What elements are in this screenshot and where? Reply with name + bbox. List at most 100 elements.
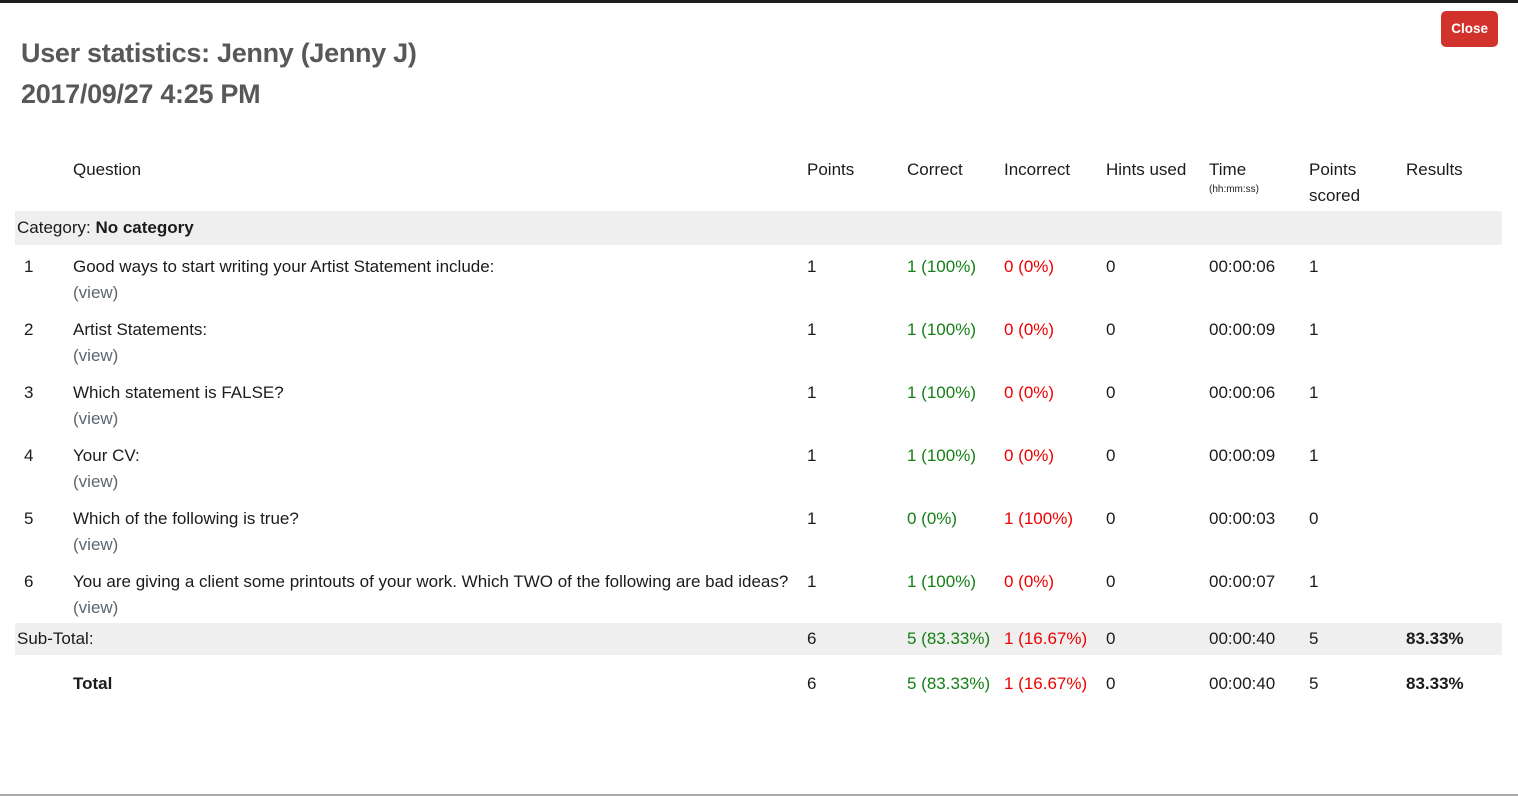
view-link[interactable]: (view) <box>73 280 799 306</box>
subtotal-points-scored: 5 <box>1309 623 1406 655</box>
col-points-header: Points <box>807 151 907 211</box>
question-cell: Which of the following is true?(view) <box>73 497 807 560</box>
question-cell: Artist Statements:(view) <box>73 308 807 371</box>
points-scored-cell: 1 <box>1309 560 1406 623</box>
hints-used-cell: 0 <box>1106 560 1209 623</box>
category-label: Category: <box>17 218 91 237</box>
question-text: Good ways to start writing your Artist S… <box>73 254 799 280</box>
question-text: You are giving a client some printouts o… <box>73 569 799 595</box>
points-scored-cell: 1 <box>1309 308 1406 371</box>
subtotal-row: Sub-Total: 6 5 (83.33%) 1 (16.67%) 0 00:… <box>15 623 1502 655</box>
correct-cell: 0 (0%) <box>907 497 1004 560</box>
correct-cell: 1 (100%) <box>907 308 1004 371</box>
question-text: Which statement is FALSE? <box>73 380 799 406</box>
time-cell: 00:00:09 <box>1209 308 1309 371</box>
question-text: Which of the following is true? <box>73 506 799 532</box>
category-cell: Category: No category <box>15 211 1502 245</box>
results-cell <box>1406 245 1502 308</box>
question-cell: Which statement is FALSE?(view) <box>73 371 807 434</box>
category-value: No category <box>95 218 193 237</box>
col-points-scored-header: Points scored <box>1309 151 1406 211</box>
col-number-header <box>15 151 73 211</box>
correct-cell: 1 (100%) <box>907 560 1004 623</box>
results-cell <box>1406 497 1502 560</box>
question-number-cell: 5 <box>15 497 73 560</box>
subtotal-results: 83.33% <box>1406 623 1502 655</box>
question-number-cell: 2 <box>15 308 73 371</box>
time-cell: 00:00:06 <box>1209 371 1309 434</box>
points-cell: 1 <box>807 371 907 434</box>
subtotal-correct: 5 (83.33%) <box>907 623 1004 655</box>
question-number-cell: 4 <box>15 434 73 497</box>
hints-used-cell: 0 <box>1106 245 1209 308</box>
incorrect-cell: 0 (0%) <box>1004 560 1106 623</box>
incorrect-cell: 0 (0%) <box>1004 371 1106 434</box>
subtotal-hints: 0 <box>1106 623 1209 655</box>
incorrect-cell: 1 (100%) <box>1004 497 1106 560</box>
total-number-cell <box>15 655 73 697</box>
total-label: Total <box>73 655 807 697</box>
col-time-header: Time (hh:mm:ss) <box>1209 151 1309 211</box>
total-results: 83.33% <box>1406 655 1502 697</box>
points-scored-cell: 0 <box>1309 497 1406 560</box>
table-row: 6You are giving a client some printouts … <box>15 560 1502 623</box>
points-scored-cell: 1 <box>1309 371 1406 434</box>
points-scored-cell: 1 <box>1309 434 1406 497</box>
question-text: Your CV: <box>73 443 799 469</box>
page-datetime: 2017/09/27 4:25 PM <box>21 74 1518 115</box>
view-link[interactable]: (view) <box>73 595 799 621</box>
time-cell: 00:00:09 <box>1209 434 1309 497</box>
close-button[interactable]: Close <box>1441 11 1498 47</box>
total-correct: 5 (83.33%) <box>907 655 1004 697</box>
incorrect-cell: 0 (0%) <box>1004 245 1106 308</box>
hints-used-cell: 0 <box>1106 308 1209 371</box>
results-cell <box>1406 434 1502 497</box>
view-link[interactable]: (view) <box>73 406 799 432</box>
total-time: 00:00:40 <box>1209 655 1309 697</box>
points-cell: 1 <box>807 245 907 308</box>
total-points-scored: 5 <box>1309 655 1406 697</box>
results-cell <box>1406 560 1502 623</box>
total-incorrect: 1 (16.67%) <box>1004 655 1106 697</box>
hints-used-cell: 0 <box>1106 371 1209 434</box>
hints-used-cell: 0 <box>1106 497 1209 560</box>
results-cell <box>1406 308 1502 371</box>
statistics-table: Question Points Correct Incorrect Hints … <box>15 151 1502 697</box>
view-link[interactable]: (view) <box>73 343 799 369</box>
incorrect-cell: 0 (0%) <box>1004 308 1106 371</box>
table-row: 1Good ways to start writing your Artist … <box>15 245 1502 308</box>
category-row: Category: No category <box>15 211 1502 245</box>
col-results-header: Results <box>1406 151 1502 211</box>
col-hints-header: Hints used <box>1106 151 1209 211</box>
time-header-label: Time <box>1209 160 1246 179</box>
top-border <box>0 0 1518 3</box>
correct-cell: 1 (100%) <box>907 371 1004 434</box>
subtotal-label: Sub-Total: <box>15 623 807 655</box>
question-number-cell: 6 <box>15 560 73 623</box>
total-points: 6 <box>807 655 907 697</box>
question-cell: Good ways to start writing your Artist S… <box>73 245 807 308</box>
subtotal-points: 6 <box>807 623 907 655</box>
points-cell: 1 <box>807 434 907 497</box>
view-link[interactable]: (view) <box>73 469 799 495</box>
question-number-cell: 3 <box>15 371 73 434</box>
time-cell: 00:00:07 <box>1209 560 1309 623</box>
question-number-cell: 1 <box>15 245 73 308</box>
subtotal-time: 00:00:40 <box>1209 623 1309 655</box>
table-row: 5Which of the following is true?(view)10… <box>15 497 1502 560</box>
correct-cell: 1 (100%) <box>907 245 1004 308</box>
table-row: 4Your CV:(view)11 (100%)0 (0%)000:00:091 <box>15 434 1502 497</box>
points-cell: 1 <box>807 308 907 371</box>
time-format-note: (hh:mm:ss) <box>1209 183 1301 196</box>
results-cell <box>1406 371 1502 434</box>
question-text: Artist Statements: <box>73 317 799 343</box>
time-cell: 00:00:06 <box>1209 245 1309 308</box>
col-question-header: Question <box>73 151 807 211</box>
points-scored-cell: 1 <box>1309 245 1406 308</box>
total-row: Total 6 5 (83.33%) 1 (16.67%) 0 00:00:40… <box>15 655 1502 697</box>
incorrect-cell: 0 (0%) <box>1004 434 1106 497</box>
view-link[interactable]: (view) <box>73 532 799 558</box>
table-row: 3Which statement is FALSE?(view)11 (100%… <box>15 371 1502 434</box>
hints-used-cell: 0 <box>1106 434 1209 497</box>
points-cell: 1 <box>807 560 907 623</box>
